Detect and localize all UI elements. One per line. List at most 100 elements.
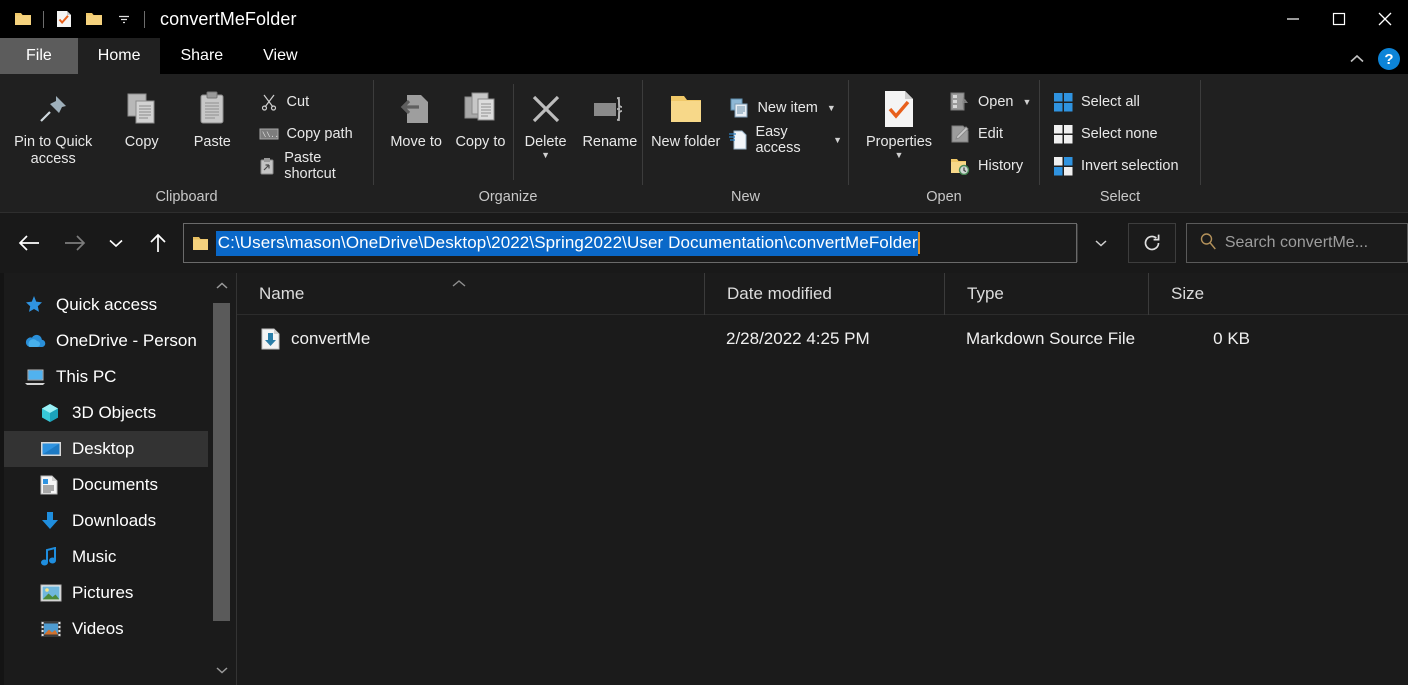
sidebar-item-this-pc[interactable]: This PC bbox=[4, 359, 208, 395]
ribbon-group-title-clipboard: Clipboard bbox=[155, 189, 218, 205]
sidebar-item-label: Pictures bbox=[72, 583, 134, 602]
column-header-label: Type bbox=[967, 283, 1004, 303]
maximize-button[interactable] bbox=[1316, 0, 1362, 38]
sidebar-item-documents[interactable]: Documents bbox=[4, 467, 208, 503]
file-date-modified-cell: 2/28/2022 4:25 PM bbox=[726, 329, 870, 348]
sidebar-item-downloads[interactable]: Downloads bbox=[4, 503, 208, 539]
chevron-up-icon[interactable] bbox=[1346, 48, 1368, 70]
properties-button[interactable]: Properties ▼ bbox=[853, 82, 945, 160]
history-button[interactable]: History bbox=[949, 150, 1037, 182]
table-row[interactable]: convertMe 2/28/2022 4:25 PM Markdown Sou… bbox=[237, 315, 1408, 363]
sidebar-item-quick-access[interactable]: Quick access bbox=[4, 287, 208, 323]
edit-button[interactable]: Edit bbox=[949, 118, 1037, 150]
invert-selection-button[interactable]: Invert selection bbox=[1052, 150, 1185, 182]
scrollbar-thumb[interactable] bbox=[213, 303, 230, 621]
3d-objects-icon bbox=[40, 403, 66, 423]
this-pc-icon bbox=[24, 368, 50, 386]
open-small-buttons: Open ▼ Edit History bbox=[949, 82, 1037, 182]
folder-icon[interactable] bbox=[8, 4, 38, 34]
select-none-label: Select none bbox=[1081, 126, 1158, 142]
sidebar-item-onedrive[interactable]: OneDrive - Person bbox=[4, 323, 208, 359]
refresh-button[interactable] bbox=[1128, 223, 1176, 263]
new-folder-icon bbox=[666, 88, 706, 130]
chevron-down-icon[interactable]: ▼ bbox=[1022, 97, 1031, 107]
sidebar-item-videos[interactable]: Videos bbox=[4, 611, 208, 647]
delete-x-icon bbox=[529, 88, 563, 130]
search-placeholder: Search convertMe... bbox=[1224, 234, 1369, 251]
clipboard-small-buttons: Cut \\.. Copy path Paste shortcut bbox=[258, 82, 373, 182]
customize-qat-dropdown-icon[interactable] bbox=[109, 4, 139, 34]
search-box[interactable]: Search convertMe... bbox=[1185, 223, 1408, 263]
select-none-button[interactable]: Select none bbox=[1052, 118, 1185, 150]
delete-label: Delete bbox=[524, 134, 567, 150]
sidebar-item-desktop[interactable]: Desktop bbox=[4, 431, 208, 467]
properties-check-icon[interactable] bbox=[49, 4, 79, 34]
help-button[interactable]: ? bbox=[1378, 48, 1400, 70]
paste-button[interactable]: Paste bbox=[177, 82, 248, 151]
ribbon-group-title-select: Select bbox=[1099, 189, 1141, 205]
back-button[interactable] bbox=[12, 226, 46, 260]
sidebar-item-music[interactable]: Music bbox=[4, 539, 208, 575]
navigation-pane-scrollbar[interactable] bbox=[208, 273, 236, 685]
chevron-down-icon[interactable]: ▼ bbox=[827, 103, 836, 113]
rename-button[interactable]: Rename bbox=[578, 82, 642, 151]
main-content: Quick access OneDrive - Person This PC 3… bbox=[0, 272, 1408, 685]
tab-home[interactable]: Home bbox=[77, 38, 161, 74]
scrollbar-up-arrow-icon[interactable] bbox=[208, 273, 236, 299]
column-header-date-modified[interactable]: Date modified bbox=[704, 272, 944, 315]
move-to-button[interactable]: Move to bbox=[384, 82, 448, 151]
search-icon bbox=[1199, 232, 1217, 255]
address-path-input[interactable]: C:\Users\mason\OneDrive\Desktop\2022\Spr… bbox=[182, 223, 1077, 263]
ribbon-group-new: New folder New item ▼ Easy access ▼ New bbox=[643, 74, 848, 213]
column-header-type[interactable]: Type bbox=[944, 272, 1148, 315]
music-icon bbox=[40, 547, 66, 567]
paste-shortcut-button[interactable]: Paste shortcut bbox=[258, 150, 373, 182]
up-button[interactable] bbox=[141, 226, 175, 260]
copy-icon bbox=[123, 88, 161, 130]
column-header-name[interactable]: Name bbox=[237, 273, 704, 315]
tab-file[interactable]: File bbox=[0, 38, 78, 74]
scissors-icon bbox=[258, 91, 280, 113]
cut-button[interactable]: Cut bbox=[258, 86, 373, 118]
easy-access-button[interactable]: Easy access ▼ bbox=[728, 124, 848, 156]
delete-button[interactable]: Delete ▼ bbox=[513, 82, 577, 160]
videos-icon bbox=[40, 620, 66, 638]
chevron-down-icon[interactable]: ▼ bbox=[541, 151, 550, 160]
scrollbar-down-arrow-icon[interactable] bbox=[208, 657, 236, 683]
sidebar-item-label: Music bbox=[72, 547, 117, 566]
tab-view[interactable]: View bbox=[243, 38, 317, 74]
open-button[interactable]: Open ▼ bbox=[949, 86, 1037, 118]
pin-to-quick-access-button[interactable]: Pin to Quick access bbox=[8, 82, 98, 168]
recent-locations-button[interactable] bbox=[99, 226, 133, 260]
address-dropdown-button[interactable] bbox=[1076, 224, 1125, 262]
sidebar-item-label: OneDrive - Person bbox=[56, 331, 197, 350]
close-button[interactable] bbox=[1362, 0, 1408, 38]
divider bbox=[1200, 80, 1201, 185]
move-to-icon bbox=[397, 88, 435, 130]
copy-button[interactable]: Copy bbox=[106, 82, 177, 151]
select-all-button[interactable]: Select all bbox=[1052, 86, 1185, 118]
forward-button[interactable] bbox=[58, 226, 92, 260]
sidebar-item-label: Downloads bbox=[72, 511, 157, 530]
sidebar-item-3d-objects[interactable]: 3D Objects bbox=[4, 395, 208, 431]
file-name-cell[interactable]: convertMe bbox=[237, 327, 704, 351]
window-controls bbox=[1270, 0, 1408, 38]
chevron-down-icon[interactable]: ▼ bbox=[833, 135, 842, 145]
address-path-text[interactable]: C:\Users\mason\OneDrive\Desktop\2022\Spr… bbox=[215, 230, 918, 256]
copy-to-button[interactable]: Copy to bbox=[448, 82, 512, 151]
new-folder-button[interactable]: New folder bbox=[651, 82, 720, 151]
chevron-down-icon[interactable]: ▼ bbox=[895, 151, 904, 160]
new-item-button[interactable]: New item ▼ bbox=[728, 92, 848, 124]
minimize-button[interactable] bbox=[1270, 0, 1316, 38]
ribbon-group-title-organize: Organize bbox=[478, 189, 538, 205]
sidebar-item-pictures[interactable]: Pictures bbox=[4, 575, 208, 611]
ribbon-group-open: Properties ▼ Open ▼ Edit History Open bbox=[849, 74, 1039, 213]
file-list-pane: Name Date modified Type Size convertMe 2… bbox=[237, 272, 1408, 685]
new-folder-icon[interactable] bbox=[79, 4, 109, 34]
edit-label: Edit bbox=[978, 126, 1003, 142]
column-header-size[interactable]: Size bbox=[1148, 272, 1278, 315]
history-icon bbox=[949, 155, 971, 177]
divider bbox=[43, 10, 44, 28]
copy-path-button[interactable]: \\.. Copy path bbox=[258, 118, 373, 150]
tab-share[interactable]: Share bbox=[160, 38, 243, 74]
